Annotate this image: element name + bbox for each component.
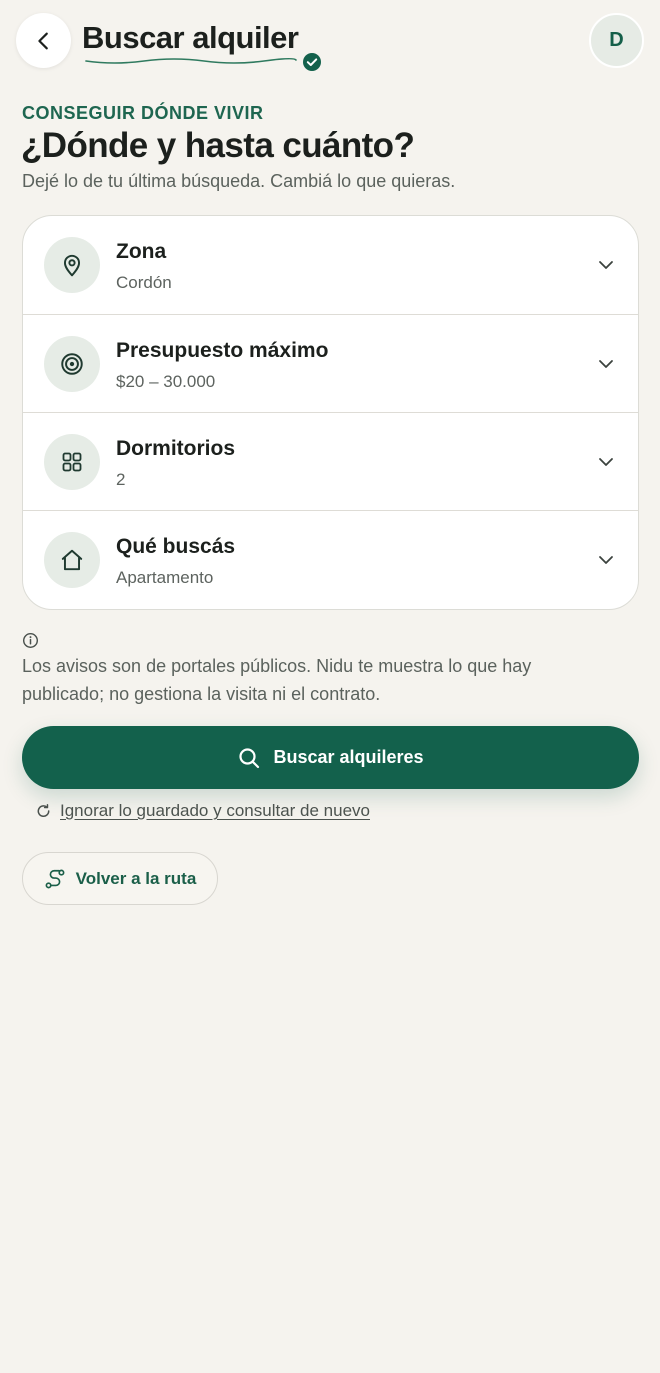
map-pin-icon — [44, 237, 100, 293]
section-subtitle: Dejé lo de tu última búsqueda. Cambiá lo… — [22, 171, 456, 191]
filter-value: Cordón — [116, 273, 172, 292]
search-icon — [239, 747, 260, 768]
back-to-route-button[interactable]: Volver a la ruta — [22, 852, 218, 905]
filters-card: Zona Cordón Presupuesto máximo $20 – 30.… — [22, 215, 639, 610]
verified-check-icon — [303, 53, 321, 71]
filter-row-zona[interactable]: Zona Cordón — [23, 216, 638, 314]
search-rentals-label: Buscar alquileres — [273, 747, 424, 767]
title-underline — [85, 57, 297, 64]
filter-value: 2 — [116, 470, 126, 489]
filter-label: Zona — [116, 240, 167, 263]
chevron-down-icon — [599, 261, 613, 269]
section-heading: ¿Dónde y hasta cuánto? — [21, 126, 415, 165]
reset-search-label: Ignorar lo guardado y consultar de nuevo — [60, 801, 370, 820]
back-button[interactable] — [16, 13, 71, 68]
eyebrow-label: CONSEGUIR DÓNDE VIVIR — [22, 103, 264, 123]
back-to-route-label: Volver a la ruta — [75, 868, 197, 888]
filter-label: Qué buscás — [116, 535, 236, 558]
grid-icon — [44, 434, 100, 490]
reset-search-link[interactable]: Ignorar lo guardado y consultar de nuevo — [35, 799, 370, 823]
target-icon — [44, 336, 100, 392]
chevron-left-icon — [37, 32, 48, 49]
filter-label: Presupuesto máximo — [116, 339, 329, 362]
filter-value: $20 – 30.000 — [116, 372, 216, 391]
info-icon — [22, 632, 39, 649]
filter-label: Dormitorios — [116, 437, 236, 460]
chevron-down-icon — [599, 458, 613, 466]
filter-row-dormitorios[interactable]: Dormitorios 2 — [23, 412, 638, 510]
refresh-icon — [37, 803, 50, 817]
disclaimer-text: Los avisos son de portales públicos. Nid… — [22, 656, 532, 704]
top-bar: Buscar alquiler D — [0, 0, 660, 90]
home-icon — [44, 532, 100, 588]
avatar[interactable]: D — [589, 13, 644, 68]
route-icon — [45, 869, 65, 888]
page-title: Buscar alquiler — [82, 20, 299, 55]
filter-row-presupuesto[interactable]: Presupuesto máximo $20 – 30.000 — [23, 314, 638, 412]
search-rentals-button[interactable]: Buscar alquileres — [22, 726, 639, 789]
filter-row-que-buscas[interactable]: Qué buscás Apartamento — [23, 510, 638, 608]
filter-value: Apartamento — [116, 568, 214, 587]
chevron-down-icon — [599, 556, 613, 564]
chevron-down-icon — [599, 360, 613, 368]
